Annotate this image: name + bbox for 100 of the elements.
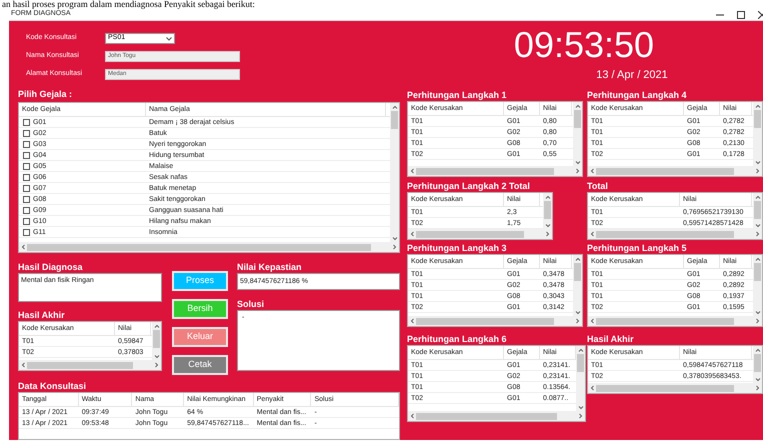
chevron-left-icon[interactable] xyxy=(590,168,594,174)
scrollbar-thumb[interactable] xyxy=(391,111,398,129)
scrollbar-thumb[interactable] xyxy=(754,263,761,281)
vertical-scrollbar[interactable] xyxy=(390,103,399,242)
vertical-scrollbar[interactable] xyxy=(152,322,161,360)
chevron-right-icon[interactable] xyxy=(756,168,760,174)
scrollbar-thumb[interactable] xyxy=(596,384,734,392)
scrollbar-thumb[interactable] xyxy=(544,201,551,219)
chevron-up-icon[interactable] xyxy=(754,195,760,199)
vertical-scrollbar[interactable] xyxy=(576,346,585,411)
chevron-down-icon[interactable] xyxy=(754,161,760,165)
chevron-down-icon[interactable] xyxy=(754,224,760,228)
horizontal-scrollbar[interactable] xyxy=(408,166,582,176)
vertical-scrollbar[interactable] xyxy=(753,193,762,229)
chevron-right-icon[interactable] xyxy=(756,231,760,237)
horizontal-scrollbar[interactable] xyxy=(588,316,762,326)
section-label: Perhitungan Langkah 6 xyxy=(407,333,508,345)
horizontal-scrollbar[interactable] xyxy=(588,166,762,176)
chevron-down-icon[interactable] xyxy=(154,355,160,359)
section-label: Perhitungan Langkah 3 xyxy=(407,242,508,254)
checkbox[interactable] xyxy=(23,174,30,180)
vertical-scrollbar[interactable] xyxy=(753,346,762,383)
chevron-left-icon[interactable] xyxy=(21,244,25,250)
checkbox[interactable] xyxy=(23,196,30,202)
section-label: Perhitungan Langkah 1 xyxy=(407,89,508,101)
scrollbar-thumb[interactable] xyxy=(754,110,761,128)
scrollbar-thumb[interactable] xyxy=(416,168,554,174)
chevron-left-icon[interactable] xyxy=(410,413,414,419)
scrollbar-thumb[interactable] xyxy=(574,263,581,281)
checkbox[interactable] xyxy=(23,206,30,214)
chevron-up-icon[interactable] xyxy=(754,257,760,261)
chevron-up-icon[interactable] xyxy=(754,104,760,108)
button[interactable]: Cetak xyxy=(172,355,228,375)
chevron-up-icon[interactable] xyxy=(154,324,160,328)
chevron-left-icon[interactable] xyxy=(590,385,594,391)
checkbox[interactable] xyxy=(23,162,30,170)
checkbox[interactable] xyxy=(23,140,30,148)
checkbox[interactable] xyxy=(23,218,30,224)
scrollbar-thumb[interactable] xyxy=(27,244,371,250)
horizontal-scrollbar[interactable] xyxy=(588,383,762,393)
chevron-right-icon[interactable] xyxy=(393,244,397,250)
scrollbar-thumb[interactable] xyxy=(574,110,581,128)
maximize-icon[interactable] xyxy=(737,10,745,18)
chevron-right-icon[interactable] xyxy=(756,385,760,391)
section-label: Nilai Kepastian xyxy=(237,261,303,273)
chevron-down-icon[interactable] xyxy=(544,224,550,228)
chevron-up-icon[interactable] xyxy=(392,105,398,109)
horizontal-scrollbar[interactable] xyxy=(588,229,762,239)
vertical-scrollbar[interactable] xyxy=(753,255,762,316)
chevron-left-icon[interactable] xyxy=(590,318,594,324)
chevron-up-icon[interactable] xyxy=(578,348,584,352)
horizontal-scrollbar[interactable] xyxy=(19,242,399,252)
scrollbar-thumb[interactable] xyxy=(416,412,557,420)
chevron-up-icon[interactable] xyxy=(544,195,550,199)
chevron-left-icon[interactable] xyxy=(410,231,414,237)
chevron-left-icon[interactable] xyxy=(410,168,414,174)
checkbox[interactable] xyxy=(23,152,30,158)
horizontal-scrollbar[interactable] xyxy=(408,316,582,326)
chevron-left-icon[interactable] xyxy=(590,231,594,237)
chevron-down-icon[interactable] xyxy=(574,161,580,165)
chevron-right-icon[interactable] xyxy=(579,413,583,419)
chevron-up-icon[interactable] xyxy=(754,348,760,352)
chevron-right-icon[interactable] xyxy=(546,231,550,237)
scrollbar-thumb[interactable] xyxy=(754,201,761,219)
horizontal-scrollbar[interactable] xyxy=(19,360,161,370)
vertical-scrollbar[interactable] xyxy=(573,255,582,316)
chevron-right-icon[interactable] xyxy=(576,168,580,174)
chevron-down-icon[interactable] xyxy=(574,311,580,315)
horizontal-scrollbar[interactable] xyxy=(408,229,552,239)
close-icon[interactable] xyxy=(758,10,763,18)
chevron-right-icon[interactable] xyxy=(756,318,760,324)
scrollbar-thumb[interactable] xyxy=(153,330,160,348)
scrollbar-thumb[interactable] xyxy=(416,230,524,238)
horizontal-scrollbar[interactable] xyxy=(408,411,585,421)
chevron-left-icon[interactable] xyxy=(21,362,25,368)
scrollbar-thumb[interactable] xyxy=(596,318,734,324)
chevron-right-icon[interactable] xyxy=(576,318,580,324)
scrollbar-thumb[interactable] xyxy=(416,318,554,324)
chevron-right-icon[interactable] xyxy=(155,362,159,368)
vertical-scrollbar[interactable] xyxy=(543,193,552,229)
chevron-down-icon[interactable] xyxy=(392,237,398,241)
checkbox[interactable] xyxy=(23,184,30,192)
scrollbar-thumb[interactable] xyxy=(754,354,761,372)
chevron-up-icon[interactable] xyxy=(574,257,580,261)
chevron-down-icon[interactable] xyxy=(754,378,760,382)
vertical-scrollbar[interactable] xyxy=(573,102,582,166)
chevron-down-icon[interactable] xyxy=(578,406,584,410)
scrollbar-thumb[interactable] xyxy=(596,168,734,174)
vertical-scrollbar[interactable] xyxy=(753,102,762,166)
chevron-down-icon[interactable] xyxy=(754,311,760,315)
chevron-down-icon[interactable] xyxy=(166,36,172,40)
scrollbar-thumb[interactable] xyxy=(577,354,584,372)
section-label: Data Konsultasi xyxy=(18,380,88,392)
scrollbar-thumb[interactable] xyxy=(27,362,133,368)
checkbox[interactable] xyxy=(23,118,30,126)
chevron-left-icon[interactable] xyxy=(410,318,414,324)
chevron-up-icon[interactable] xyxy=(574,104,580,108)
checkbox[interactable] xyxy=(23,130,30,136)
checkbox[interactable] xyxy=(23,228,30,236)
scrollbar-thumb[interactable] xyxy=(596,230,734,238)
